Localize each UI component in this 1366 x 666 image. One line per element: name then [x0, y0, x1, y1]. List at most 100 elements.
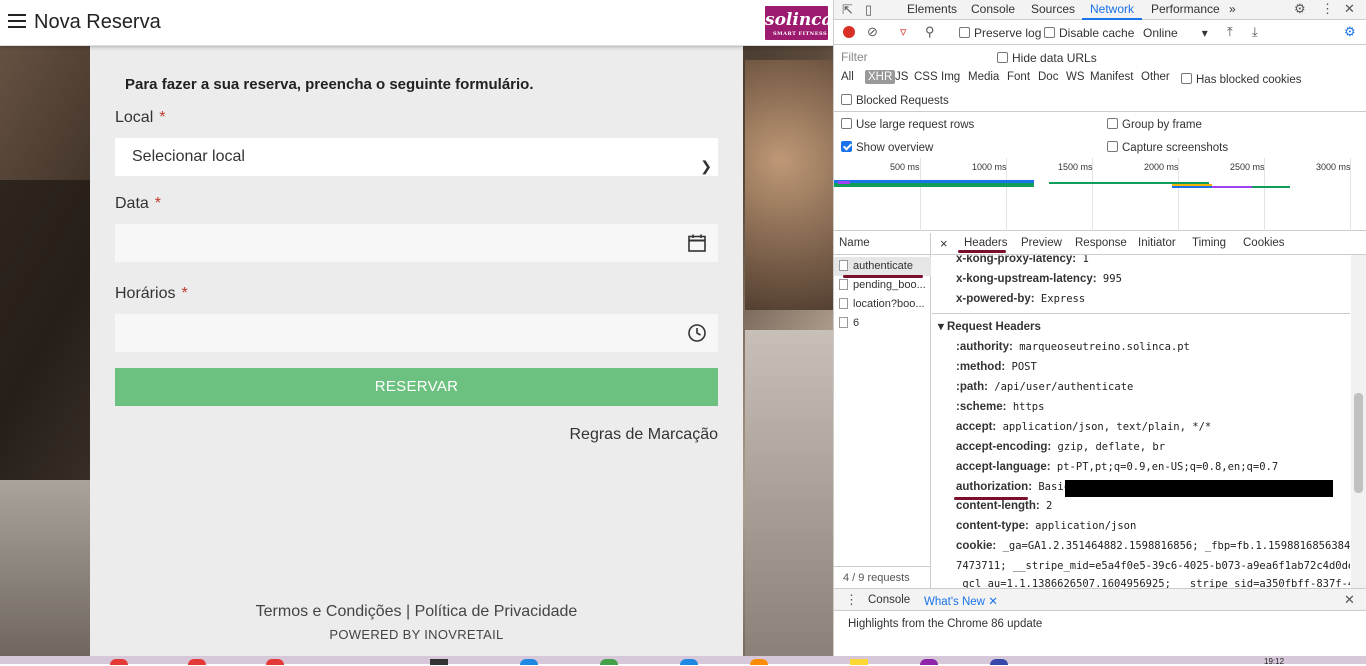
more-options-icon[interactable]: ⋮ — [1321, 1, 1334, 17]
reservar-button[interactable]: RESERVAR — [115, 368, 718, 406]
tab-preview[interactable]: Preview — [1021, 237, 1062, 249]
tab-cookies[interactable]: Cookies — [1243, 237, 1285, 249]
request-row[interactable]: pending_boo... — [834, 276, 931, 295]
timeline-tick: 500 ms — [890, 162, 920, 172]
tab-initiator[interactable]: Initiator — [1138, 237, 1176, 249]
clock-icon[interactable] — [687, 323, 707, 343]
type-js[interactable]: JS — [895, 71, 908, 83]
settings-gear-icon[interactable]: ⚙ — [1294, 1, 1306, 17]
header-row: x-kong-upstream-latency: 995 — [956, 273, 1122, 285]
request-row[interactable]: location?boo... — [834, 295, 931, 314]
header-row: content-type: application/json — [956, 520, 1137, 532]
type-ws[interactable]: WS — [1066, 71, 1085, 83]
record-icon[interactable] — [843, 26, 855, 38]
show-overview-checkbox[interactable]: Show overview — [841, 141, 933, 154]
close-drawer-icon[interactable]: ✕ — [1344, 592, 1355, 608]
inspect-icon[interactable]: ⇱ — [842, 2, 853, 18]
redacted-value — [1065, 480, 1333, 497]
tab-performance[interactable]: Performance — [1151, 2, 1220, 16]
privacy-link[interactable]: Política de Privacidade — [415, 603, 578, 620]
taskbar-app-icon[interactable] — [430, 659, 448, 665]
name-column-header[interactable]: Name — [834, 233, 931, 255]
tab-elements[interactable]: Elements — [907, 2, 957, 16]
drawer-tab-console[interactable]: Console — [868, 594, 910, 606]
booking-page: Nova Reserva solinca SMART FITNESS Para f… — [0, 0, 833, 664]
disable-cache-checkbox[interactable]: Disable cache — [1044, 26, 1134, 40]
chevron-down-icon: ❯ — [700, 158, 712, 174]
type-doc[interactable]: Doc — [1038, 71, 1058, 83]
taskbar-app-icon[interactable] — [920, 659, 938, 665]
app-header: Nova Reserva solinca SMART FITNESS — [0, 0, 833, 46]
capture-screenshots-checkbox[interactable]: Capture screenshots — [1107, 141, 1228, 154]
taskbar-app-icon[interactable] — [680, 659, 698, 665]
large-rows-checkbox[interactable]: Use large request rows — [841, 118, 974, 131]
taskbar-app-icon[interactable] — [750, 659, 768, 665]
header-row: x-powered-by: Express — [956, 293, 1086, 305]
local-select[interactable]: Selecionar local ❯ — [115, 138, 718, 176]
drawer-tab-whats-new[interactable]: What's New ✕ — [924, 594, 998, 608]
devtools-panel: ⇱ ▯ Elements Console Sources Network Per… — [833, 0, 1366, 656]
search-icon[interactable]: ⚲ — [925, 24, 935, 40]
terms-link[interactable]: Termos e Condições — [256, 603, 402, 620]
menu-icon[interactable] — [8, 14, 26, 28]
headers-list: x-kong-proxy-latency: 1 x-kong-upstream-… — [932, 255, 1350, 588]
taskbar-app-icon[interactable] — [990, 659, 1008, 665]
request-row[interactable]: 6 — [834, 314, 931, 333]
request-headers-section[interactable]: ▾ Request Headers — [938, 319, 1041, 333]
taskbar-app-icon[interactable] — [266, 659, 284, 665]
rules-link[interactable]: Regras de Marcação — [569, 426, 718, 444]
headers-scrollbar[interactable] — [1351, 255, 1366, 588]
throttle-select[interactable]: Online ▾ — [1143, 26, 1208, 40]
timeline-overview[interactable]: 500 ms 1000 ms 1500 ms 2000 ms 2500 ms 3… — [834, 158, 1366, 231]
filter-icon[interactable]: ▿ — [900, 24, 907, 40]
blocked-requests-checkbox[interactable]: Blocked Requests — [841, 94, 949, 107]
type-all[interactable]: All — [841, 71, 854, 83]
tab-console[interactable]: Console — [971, 2, 1015, 16]
group-by-frame-checkbox[interactable]: Group by frame — [1107, 118, 1202, 131]
type-other[interactable]: Other — [1141, 71, 1170, 83]
export-icon[interactable]: ⤓ — [1252, 24, 1258, 40]
solinca-logo[interactable]: solinca SMART FITNESS — [765, 6, 833, 40]
type-font[interactable]: Font — [1007, 71, 1030, 83]
type-css[interactable]: CSS — [914, 71, 938, 83]
close-detail-icon[interactable]: × — [940, 236, 948, 251]
type-media[interactable]: Media — [968, 71, 999, 83]
tab-sources[interactable]: Sources — [1031, 2, 1075, 16]
network-settings-icon[interactable]: ⚙ — [1344, 24, 1356, 40]
request-row[interactable]: authenticate — [834, 257, 931, 276]
date-input[interactable] — [115, 224, 718, 262]
calendar-icon[interactable] — [687, 233, 707, 253]
network-toolbar: ⊘ ▿ ⚲ Preserve log Disable cache Online ▾… — [834, 21, 1366, 45]
more-tabs[interactable]: » — [1229, 2, 1236, 16]
date-label: Data * — [115, 195, 162, 212]
has-blocked-cookies-checkbox[interactable]: Has blocked cookies — [1181, 73, 1301, 86]
taskbar-app-icon[interactable] — [520, 659, 538, 665]
taskbar-app-icon[interactable] — [600, 659, 618, 665]
filter-input[interactable]: Filter — [838, 48, 984, 66]
header-row: :authority: marqueoseutreino.solinca.pt — [956, 341, 1190, 353]
type-xhr[interactable]: XHR — [865, 70, 896, 84]
close-devtools-icon[interactable]: ✕ — [1344, 1, 1355, 17]
taskbar-app-icon[interactable] — [850, 659, 868, 665]
taskbar-app-icon[interactable] — [110, 659, 128, 665]
header-row: cookie: _ga=GA1.2.351464882.1598816856; … — [956, 540, 1350, 552]
drawer-menu-icon[interactable]: ⋮ — [845, 592, 858, 608]
import-icon[interactable]: ⤒ — [1227, 24, 1233, 40]
time-input[interactable] — [115, 314, 718, 352]
type-manifest[interactable]: Manifest — [1090, 71, 1133, 83]
hide-data-urls-checkbox[interactable]: Hide data URLs — [997, 51, 1097, 65]
device-toolbar-icon[interactable]: ▯ — [865, 2, 872, 18]
request-list: Name authenticate pending_boo... locatio… — [834, 233, 931, 588]
taskbar-app-icon[interactable] — [188, 659, 206, 665]
tab-timing[interactable]: Timing — [1192, 237, 1226, 249]
divider — [834, 111, 1366, 112]
preserve-log-checkbox[interactable]: Preserve log — [959, 26, 1041, 40]
tab-response[interactable]: Response — [1075, 237, 1127, 249]
clear-icon[interactable]: ⊘ — [867, 24, 878, 40]
header-row-continued: _gcl_au=1.1.1386626507.1604956925; __str… — [956, 578, 1350, 588]
request-count: 4 / 9 requests — [834, 566, 931, 588]
tab-network[interactable]: Network — [1081, 2, 1143, 20]
tab-headers[interactable]: Headers — [964, 237, 1007, 249]
type-img[interactable]: Img — [941, 71, 960, 83]
detail-tabbar: × Headers Preview Response Initiator Tim… — [932, 233, 1366, 255]
